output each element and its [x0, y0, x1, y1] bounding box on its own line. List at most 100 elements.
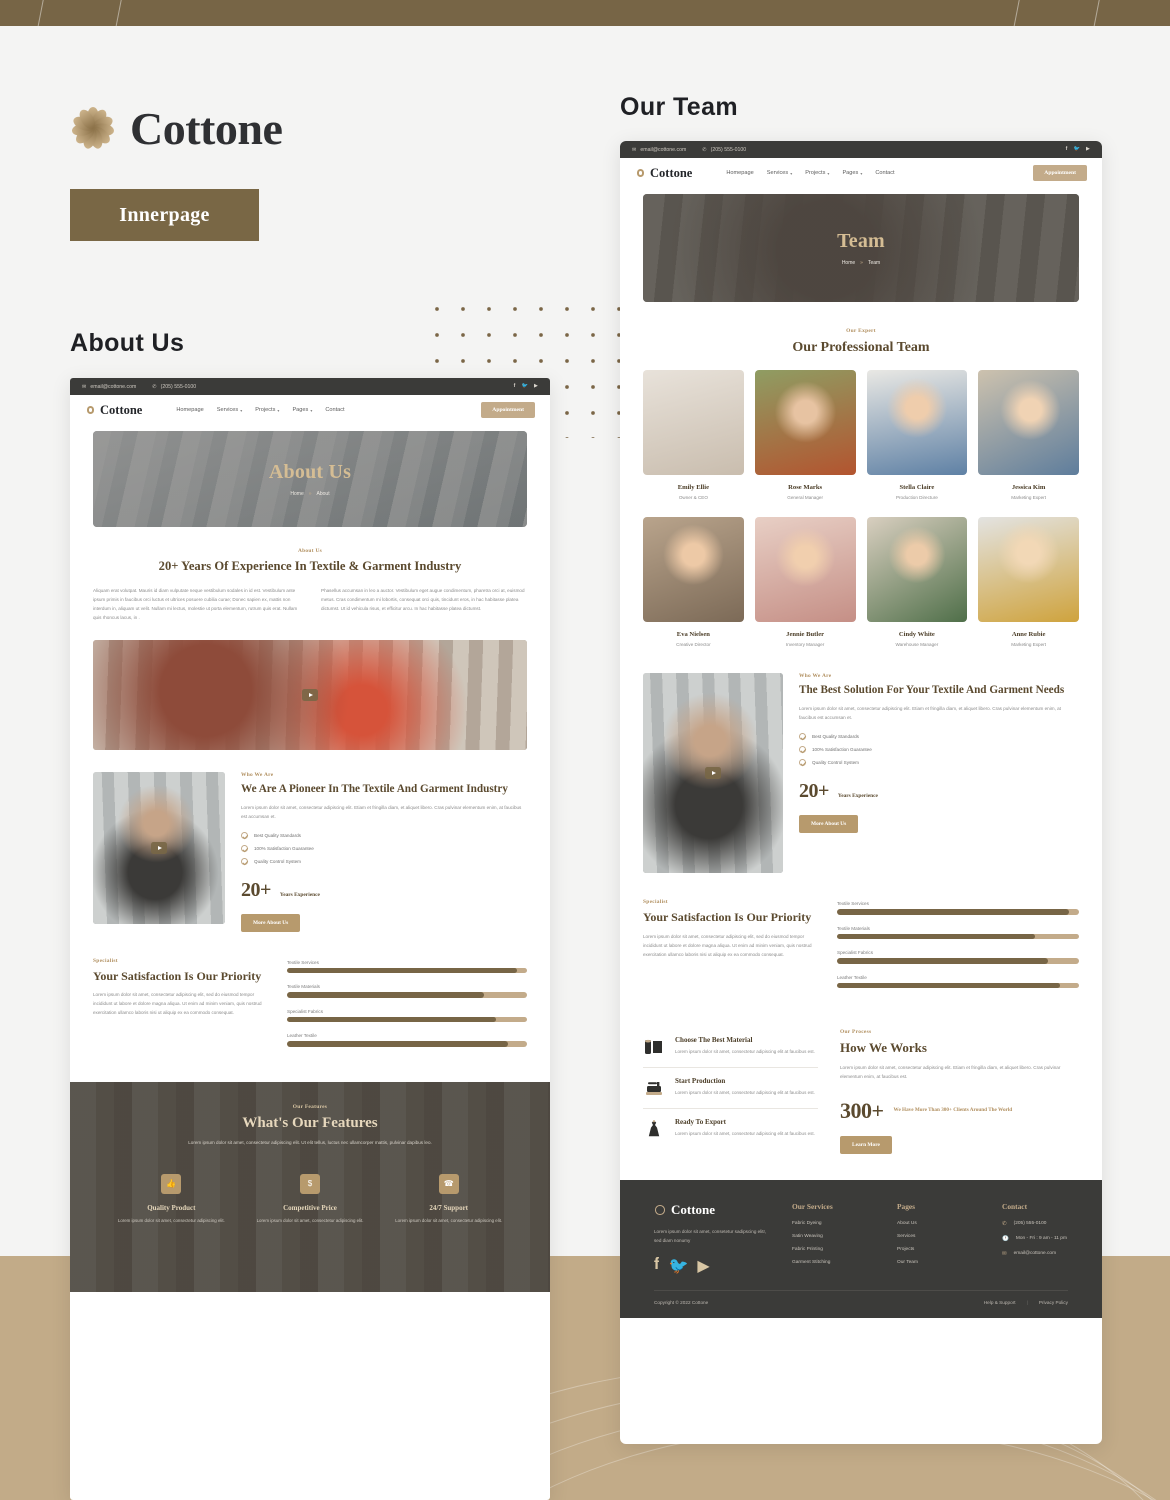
list-item: 100% Satisfaction Guarantee — [241, 844, 527, 852]
nav-link-services[interactable]: Services ▾ — [767, 170, 792, 176]
innerpage-button[interactable]: Innerpage — [70, 189, 259, 241]
topbar-email-text: email@cottone.com — [640, 146, 687, 153]
help-support-link[interactable]: Help & Support — [984, 1300, 1016, 1305]
footer-link[interactable]: About Us — [897, 1221, 982, 1226]
privacy-policy-link[interactable]: Privacy Policy — [1039, 1300, 1068, 1305]
play-button-icon[interactable] — [151, 842, 167, 855]
facebook-icon[interactable]: 𝐟 — [654, 1256, 660, 1276]
pioneer-video[interactable] — [93, 772, 225, 925]
facebook-icon[interactable]: 𝐟 — [1066, 146, 1068, 153]
footer-link[interactable]: Projects — [897, 1247, 982, 1252]
nav-link-homepage[interactable]: Homepage — [176, 407, 203, 413]
nav-link-contact[interactable]: Contact — [325, 407, 344, 413]
footer-brand[interactable]: Cottone — [654, 1202, 772, 1218]
footer-contact-phone[interactable]: ✆ (205) 555-0100 — [1002, 1221, 1068, 1227]
years-experience: 20+ Years Experience — [799, 780, 1079, 803]
footer-link[interactable]: Our Team — [897, 1260, 982, 1265]
about-video-wide[interactable] — [93, 640, 527, 751]
about-features-section: Our Features What's Our Features Lorem i… — [70, 1081, 550, 1292]
footer-link[interactable]: Garment Stitching — [792, 1260, 877, 1265]
skills-title: Your Satisfaction Is Our Priority — [643, 910, 812, 925]
solution-body: Lorem ipsum dolor sit amet, consectetur … — [799, 705, 1061, 720]
list-item: Quality Control System — [241, 857, 527, 865]
phone-icon: ✆ — [702, 146, 707, 153]
appointment-button[interactable]: Appointment — [1033, 165, 1087, 181]
team-member-card[interactable]: Rose Marks General Manager — [754, 370, 856, 500]
navbar-brand-text: Cottone — [650, 165, 693, 180]
flower-logo-icon — [85, 405, 96, 416]
youtube-icon[interactable]: ▶ — [534, 383, 538, 390]
mail-icon: ✉ — [82, 383, 87, 390]
mail-icon: ✉ — [632, 146, 637, 153]
breadcrumb-home[interactable]: Home — [842, 260, 855, 266]
footer-link[interactable]: Services — [897, 1234, 982, 1239]
twitter-icon[interactable]: 🐦 — [522, 383, 528, 390]
solution-video[interactable] — [643, 673, 783, 874]
team-grid-row-1: Emily Ellie Owner & CEO Rose Marks Gener… — [643, 370, 1079, 500]
team-member-card[interactable]: Cindy White Warehouse Manager — [866, 517, 968, 647]
nav-links: Homepage Services ▾ Projects ▾ Pages ▾ Cont… — [726, 170, 894, 176]
youtube-icon[interactable]: ▶ — [697, 1256, 709, 1276]
about-page-mockup: ✉ email@cottone.com ✆ (205) 555-0100 𝐟 🐦… — [70, 378, 550, 1500]
more-about-us-button[interactable]: More About Us — [241, 913, 301, 932]
nav-link-services[interactable]: Services ▾ — [217, 407, 242, 413]
team-member-card[interactable]: Eva Nielsen Creative Director — [643, 517, 744, 647]
team-member-card[interactable]: Stella Claire Production Directure — [866, 370, 968, 500]
footer-bottom-bar: Copyright © 2022 Cottone Help & Support … — [654, 1290, 1068, 1318]
team-member-card[interactable]: Emily Ellie Owner & CEO — [643, 370, 744, 500]
navbar-brand[interactable]: Cottone — [85, 403, 142, 418]
mail-icon: ✉ — [1002, 1250, 1007, 1257]
play-button-icon[interactable] — [705, 767, 721, 780]
topbar-email[interactable]: ✉ email@cottone.com — [82, 384, 136, 390]
nav-link-projects[interactable]: Projects ▾ — [255, 407, 279, 413]
list-item: Choose The Best Material Lorem ipsum dol… — [643, 1027, 818, 1067]
breadcrumb-home[interactable]: Home — [290, 491, 303, 497]
team-section-header: Our Expert Our Professional Team — [620, 328, 1102, 356]
team-member-card[interactable]: Anne Rubie Marketing Expert — [978, 517, 1079, 647]
appointment-button[interactable]: Appointment — [481, 402, 535, 418]
facebook-icon[interactable]: 𝐟 — [514, 383, 516, 390]
pioneer-body: Lorem ipsum dolor sit amet, consectetur … — [241, 804, 522, 819]
feature-card: $ Competitive Price Lorem ipsum dolor si… — [249, 1173, 372, 1225]
chevron-down-icon: ▾ — [277, 407, 280, 413]
team-process-section: Choose The Best Material Lorem ipsum dol… — [620, 1027, 1102, 1154]
team-member-card[interactable]: Jennie Butler Inventory Manager — [754, 517, 856, 647]
navbar-brand[interactable]: Cottone — [635, 166, 692, 181]
nav-link-projects[interactable]: Projects ▾ — [805, 170, 829, 176]
features-eyebrow: Our Features — [292, 1103, 328, 1110]
youtube-icon[interactable]: ▶ — [1086, 146, 1090, 153]
twitter-icon[interactable]: 🐦 — [1074, 146, 1080, 153]
avatar — [754, 370, 856, 476]
learn-more-button[interactable]: Learn More — [840, 1135, 892, 1154]
nav-link-pages[interactable]: Pages ▾ — [292, 407, 312, 413]
topbar-phone[interactable]: ✆ (205) 555-0100 — [702, 147, 746, 153]
about-intro-col-left: Aliquam erat volutpat. Mauris id diam vu… — [93, 588, 298, 621]
more-about-us-button[interactable]: More About Us — [799, 814, 859, 833]
dress-icon — [643, 1118, 665, 1140]
team-member-card[interactable]: Jessica Kim Marketing Expert — [978, 370, 1079, 500]
footer-link[interactable]: Fabric Dyeing — [792, 1221, 877, 1226]
process-body: Lorem ipsum dolor sit amet, consectetur … — [840, 1064, 1061, 1079]
list-item: Start Production Lorem ipsum dolor sit a… — [643, 1067, 818, 1108]
topbar-email[interactable]: ✉ email@cottone.com — [632, 147, 686, 153]
process-title: How We Works — [840, 1040, 927, 1056]
separator: | — [1026, 1300, 1028, 1306]
avatar — [866, 517, 968, 623]
years-experience: 20+ Years Experience — [241, 879, 527, 902]
topbar-phone[interactable]: ✆ (205) 555-0100 — [152, 384, 196, 390]
footer-link[interactable]: Fabric Printing — [792, 1247, 877, 1252]
footer-contact-email[interactable]: ✉ email@cottone.com — [1002, 1251, 1068, 1257]
play-button-icon[interactable] — [302, 689, 318, 702]
nav-link-pages[interactable]: Pages ▾ — [842, 170, 862, 176]
skills-title: Your Satisfaction Is Our Priority — [93, 968, 262, 983]
flower-logo-icon — [654, 1204, 666, 1216]
nav-link-contact[interactable]: Contact — [875, 170, 894, 176]
twitter-icon[interactable]: 🐦 — [669, 1256, 689, 1276]
years-label: Years Experience — [837, 792, 878, 799]
skill-bar-item: Textile Materials — [837, 926, 1079, 940]
list-item: 100% Satisfaction Guarantee — [799, 745, 1079, 753]
about-pioneer-section: Who We Are We Are A Pioneer In The Texti… — [70, 772, 550, 932]
team-hero-banner: Team Home » Team — [643, 194, 1079, 302]
nav-link-homepage[interactable]: Homepage — [726, 170, 753, 176]
footer-link[interactable]: Satin Weaving — [792, 1234, 877, 1239]
